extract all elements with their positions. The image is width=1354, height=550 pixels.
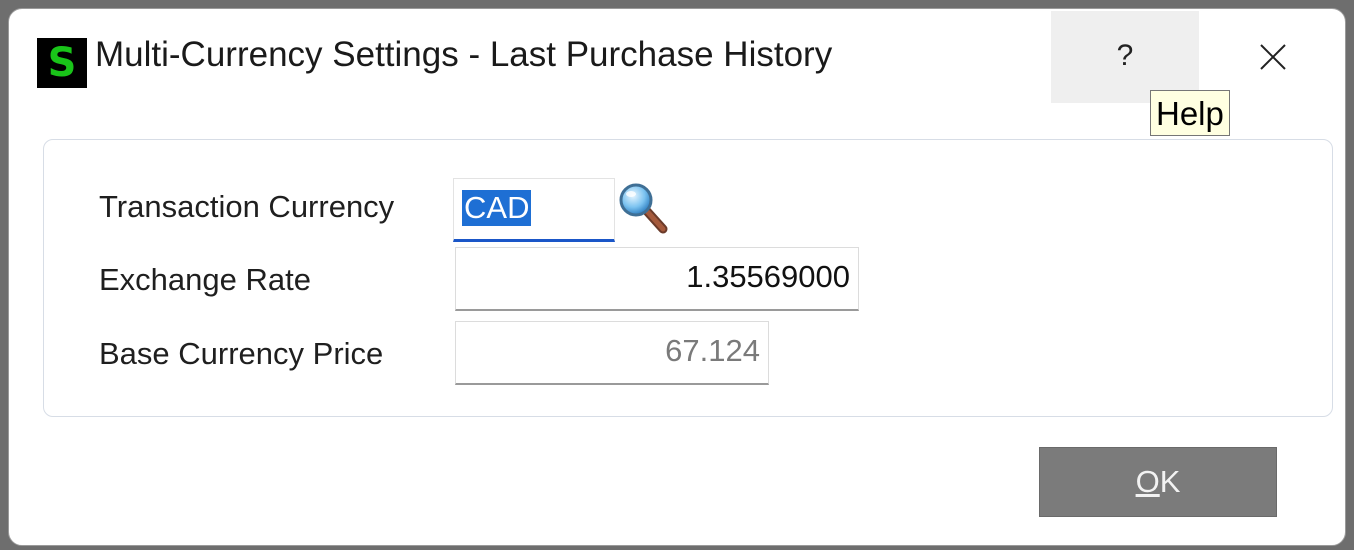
- window-title: Multi-Currency Settings - Last Purchase …: [95, 35, 833, 74]
- currency-lookup-button[interactable]: [615, 179, 671, 235]
- exchange-rate-input[interactable]: 1.35569000: [455, 247, 859, 311]
- transaction-currency-label: Transaction Currency: [99, 189, 395, 224]
- app-logo-icon: S: [37, 38, 87, 88]
- exchange-rate-label: Exchange Rate: [99, 262, 311, 297]
- ok-mnemonic: O: [1135, 464, 1160, 499]
- base-currency-price-label: Base Currency Price: [99, 336, 384, 371]
- base-currency-price-field: 67.124: [455, 321, 769, 385]
- magnifier-icon: [619, 183, 668, 234]
- ok-button[interactable]: OK: [1039, 447, 1277, 517]
- help-tooltip: Help: [1150, 90, 1230, 136]
- ok-label-rest: K: [1159, 464, 1181, 499]
- transaction-currency-value: CAD: [462, 190, 532, 226]
- close-icon: [1260, 44, 1286, 70]
- dialog-window: S Multi-Currency Settings - Last Purchas…: [8, 8, 1346, 546]
- transaction-currency-input[interactable]: CAD: [453, 178, 615, 242]
- title-bar: S Multi-Currency Settings - Last Purchas…: [9, 9, 1345, 109]
